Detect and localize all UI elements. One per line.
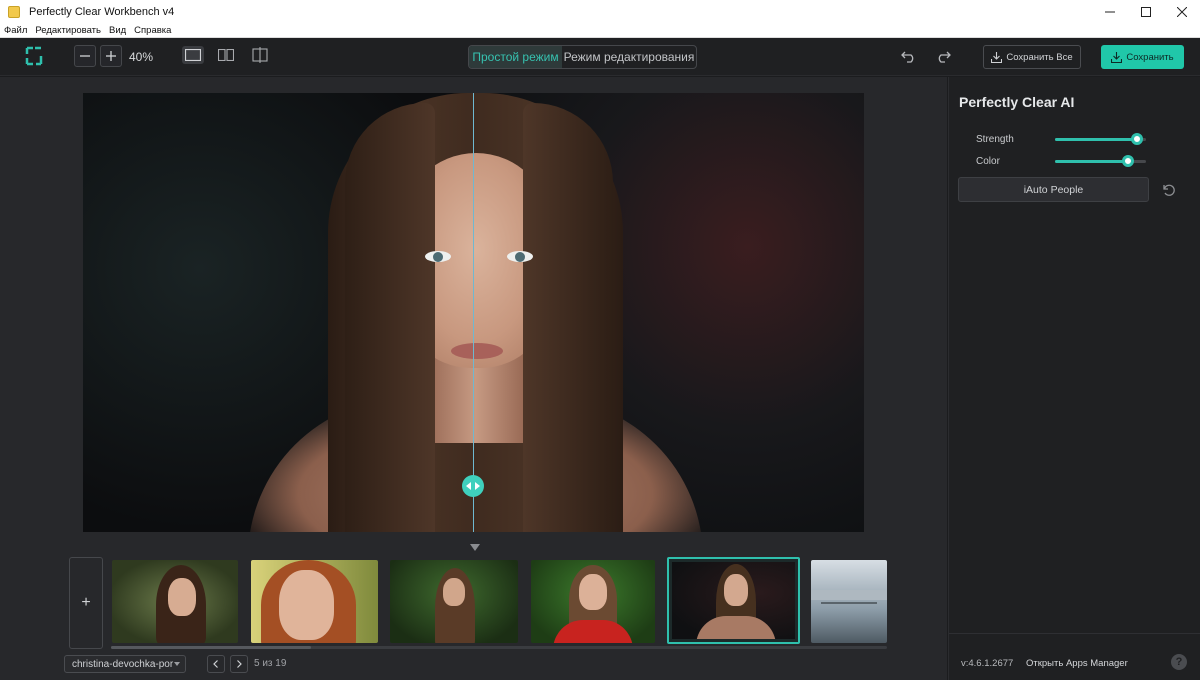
save-button[interactable]: Сохранить (1101, 45, 1184, 69)
panel-title: Perfectly Clear AI (959, 94, 1075, 110)
open-apps-manager-link[interactable]: Открыть Apps Manager (1026, 658, 1128, 669)
save-all-label: Сохранить Все (1006, 51, 1073, 63)
chevron-down-icon (174, 662, 180, 666)
download-icon (991, 51, 1003, 63)
filmstrip-scrollbar[interactable] (111, 646, 887, 649)
menu-file[interactable]: Файл (0, 25, 31, 36)
split-line[interactable] (473, 93, 474, 532)
close-icon (1177, 6, 1187, 17)
photo-hair-right (523, 103, 613, 532)
zoom-in-button[interactable] (100, 45, 122, 67)
thumbnail-4[interactable] (531, 560, 655, 643)
strength-slider[interactable] (1055, 133, 1146, 145)
plus-icon (106, 51, 116, 61)
add-image-button[interactable]: + (69, 557, 103, 649)
side-by-side-view-button[interactable] (215, 46, 237, 64)
chevron-right-icon (237, 660, 242, 668)
color-slider-fill (1055, 160, 1128, 163)
thumbnail-5-selected[interactable] (667, 557, 800, 644)
undo-icon (901, 51, 914, 63)
menu-help[interactable]: Справка (130, 25, 175, 36)
maximize-icon (1141, 6, 1151, 17)
photo-eye-left (425, 251, 451, 262)
window-controls (1092, 0, 1200, 23)
iauto-people-button[interactable]: iAuto People (958, 177, 1149, 202)
prev-image-button[interactable] (207, 655, 225, 673)
minimize-icon (1105, 11, 1115, 12)
thumbnail-2[interactable] (251, 560, 378, 643)
color-slider[interactable] (1055, 155, 1146, 167)
next-image-button[interactable] (230, 655, 248, 673)
strength-slider-knob[interactable] (1130, 133, 1143, 145)
minimize-button[interactable] (1092, 0, 1128, 23)
collapse-filmstrip-icon[interactable] (470, 544, 480, 551)
image-counter: 5 из 19 (254, 658, 287, 669)
filmstrip: + (69, 557, 887, 649)
zoom-level: 40% (129, 50, 154, 64)
chevron-left-icon (213, 660, 218, 668)
thumbnail-3[interactable] (390, 560, 518, 643)
mode-toggle: Простой режим Режим редактирования (468, 45, 697, 69)
zoom-out-button[interactable] (74, 45, 96, 67)
menu-bar: Файл Редактировать Вид Справка (0, 23, 1200, 38)
menu-view[interactable]: Вид (105, 25, 130, 36)
simple-mode-tab[interactable]: Простой режим (469, 46, 562, 68)
redo-icon (938, 51, 951, 63)
undo-button[interactable] (900, 47, 918, 65)
save-label: Сохранить (1126, 51, 1174, 63)
strength-slider-fill (1055, 138, 1137, 141)
help-icon[interactable]: ? (1171, 654, 1187, 670)
thumbnail-6[interactable] (811, 560, 887, 643)
split-arrows-icon (466, 482, 480, 490)
toolbar: 40% Простой режим Режим редактирования С… (0, 38, 1200, 76)
version-label: v:4.6.1.2677 (961, 658, 1014, 669)
filmstrip-scrollbar-thumb[interactable] (111, 646, 311, 649)
canvas-area: + christina-devochka-por 5 из 19 (0, 77, 947, 680)
panel-footer: v:4.6.1.2677 Открыть Apps Manager ? (949, 633, 1200, 680)
side-by-side-icon (218, 49, 234, 61)
photo-lips (451, 343, 503, 359)
minus-icon (80, 55, 90, 57)
app-logo-icon (25, 46, 43, 66)
single-view-icon (185, 49, 201, 61)
download-icon (1111, 51, 1123, 63)
photo-eye-right (507, 251, 533, 262)
reset-icon[interactable] (1161, 182, 1177, 198)
thumbnail-1[interactable] (112, 560, 238, 643)
split-view-icon (252, 47, 268, 63)
app-icon (8, 5, 20, 18)
edit-mode-tab[interactable]: Режим редактирования (562, 46, 696, 68)
file-name-value: christina-devochka-por (72, 658, 174, 670)
file-name-dropdown[interactable]: christina-devochka-por (64, 655, 186, 673)
split-view-button[interactable] (249, 46, 271, 64)
portrait-photo[interactable] (83, 93, 864, 532)
maximize-button[interactable] (1128, 0, 1164, 23)
settings-panel: Perfectly Clear AI Strength Color iAuto … (948, 77, 1200, 680)
single-view-button[interactable] (182, 46, 204, 64)
strength-label: Strength (976, 134, 1014, 145)
split-handle[interactable] (462, 475, 484, 497)
redo-button[interactable] (934, 47, 952, 65)
save-all-button[interactable]: Сохранить Все (983, 45, 1081, 69)
window-title: Perfectly Clear Workbench v4 (29, 5, 175, 18)
color-label: Color (976, 156, 1000, 167)
title-bar: Perfectly Clear Workbench v4 (0, 0, 1200, 23)
close-button[interactable] (1164, 0, 1200, 23)
color-slider-knob[interactable] (1121, 155, 1134, 167)
menu-edit[interactable]: Редактировать (31, 25, 105, 36)
photo-hair-left (345, 103, 435, 532)
